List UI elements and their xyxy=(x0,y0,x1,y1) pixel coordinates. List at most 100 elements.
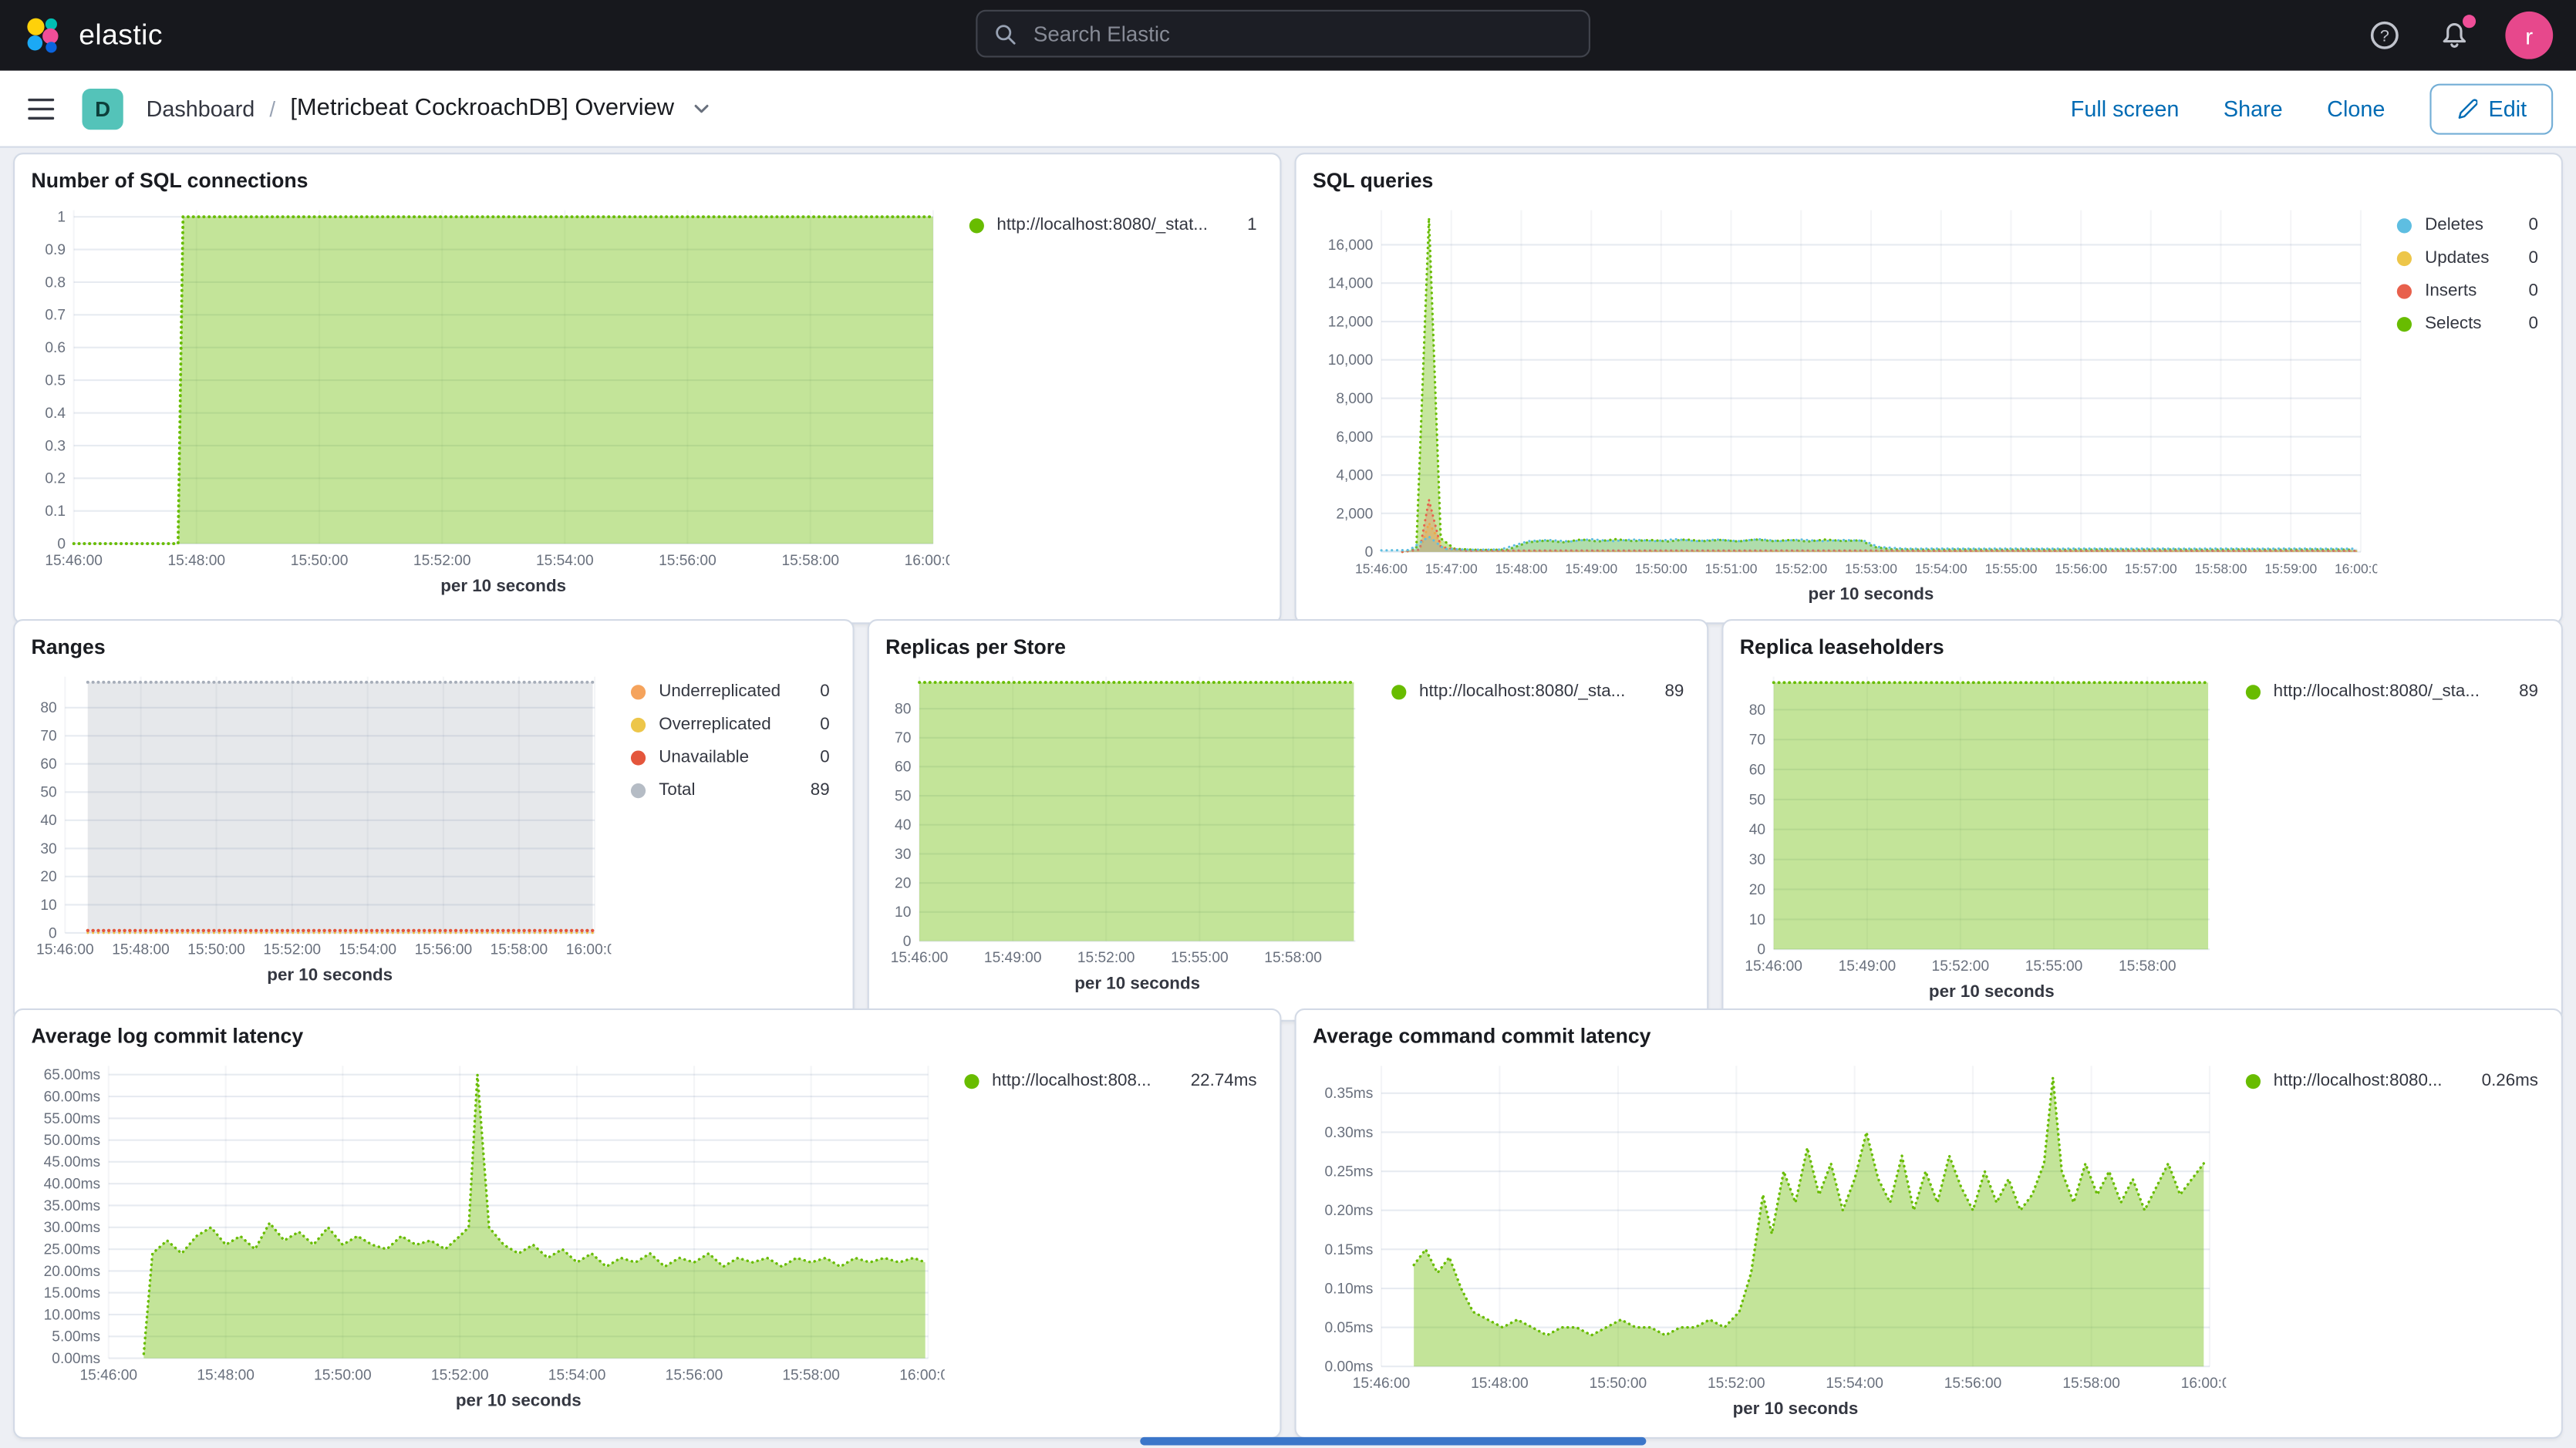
global-header: elastic ? r xyxy=(0,0,2576,71)
svg-text:15:54:00: 15:54:00 xyxy=(548,1367,606,1383)
legend-item[interactable]: http://localhost:808...22.74ms xyxy=(964,1071,1257,1091)
svg-text:0.00ms: 0.00ms xyxy=(1325,1359,1374,1376)
svg-text:0.25ms: 0.25ms xyxy=(1325,1164,1374,1180)
header-actions: ? r xyxy=(2364,12,2553,59)
legend-color-dot xyxy=(1391,684,1406,699)
brand[interactable]: elastic xyxy=(23,15,163,56)
svg-text:0.05ms: 0.05ms xyxy=(1325,1320,1374,1336)
dashboard-toolbar: D Dashboard / [Metricbeat CockroachDB] O… xyxy=(0,71,2576,148)
svg-text:15:58:00: 15:58:00 xyxy=(2062,1376,2120,1392)
panel-title: Ranges xyxy=(31,634,839,660)
search-input[interactable] xyxy=(1030,20,1573,48)
svg-text:0.9: 0.9 xyxy=(45,242,66,258)
svg-text:14,000: 14,000 xyxy=(1328,276,1374,292)
legend-item[interactable]: Underreplicated0 xyxy=(631,682,830,702)
legend-item[interactable]: http://localhost:8080/_sta...89 xyxy=(2245,682,2538,702)
legend-item[interactable]: http://localhost:8080/_stat...1 xyxy=(969,215,1256,235)
svg-text:15:54:00: 15:54:00 xyxy=(339,942,396,958)
svg-text:16:00:00: 16:00:00 xyxy=(566,942,612,958)
legend-item[interactable]: http://localhost:8080...0.26ms xyxy=(2245,1071,2538,1091)
legend-item[interactable]: Overreplicated0 xyxy=(631,715,830,735)
svg-text:15:54:00: 15:54:00 xyxy=(1915,561,1967,576)
panel-average-log-commit-latency: Average log commit latency 0.00ms5.00ms1… xyxy=(13,1009,1281,1439)
svg-text:per 10 seconds: per 10 seconds xyxy=(1733,1399,1859,1418)
legend-item[interactable]: http://localhost:8080/_sta...89 xyxy=(1391,682,1684,702)
svg-text:per 10 seconds: per 10 seconds xyxy=(1809,584,1934,603)
chart-area[interactable]: 0.00ms5.00ms10.00ms15.00ms20.00ms25.00ms… xyxy=(28,1052,944,1430)
svg-text:10: 10 xyxy=(895,904,911,921)
full-screen-button[interactable]: Full screen xyxy=(2071,96,2180,121)
legend-value: 89 xyxy=(2493,682,2538,702)
menu-button[interactable] xyxy=(10,71,72,146)
chart-area[interactable]: 02,0004,0006,0008,00010,00012,00014,0001… xyxy=(1310,197,2378,616)
legend-label: Updates xyxy=(2425,248,2489,268)
svg-text:15:50:00: 15:50:00 xyxy=(187,942,245,958)
legend-color-dot xyxy=(631,684,646,699)
svg-text:15:46:00: 15:46:00 xyxy=(891,950,949,966)
svg-text:per 10 seconds: per 10 seconds xyxy=(456,1390,582,1409)
legend-value: 0 xyxy=(794,715,830,735)
legend-item[interactable]: Total89 xyxy=(631,780,830,800)
svg-text:15:59:00: 15:59:00 xyxy=(2264,561,2317,576)
legend-item[interactable]: Unavailable0 xyxy=(631,747,830,767)
panel-title: SQL queries xyxy=(1313,167,2548,194)
legend-item[interactable]: Updates0 xyxy=(2397,248,2538,268)
notifications-icon[interactable] xyxy=(2435,15,2474,55)
clone-button[interactable]: Clone xyxy=(2327,96,2385,121)
svg-text:10: 10 xyxy=(40,897,56,914)
user-avatar[interactable]: r xyxy=(2505,12,2553,59)
legend-value: 1 xyxy=(1221,215,1257,235)
chart-area[interactable]: 0.00ms0.05ms0.10ms0.15ms0.20ms0.25ms0.30… xyxy=(1310,1052,2226,1430)
svg-text:15:46:00: 15:46:00 xyxy=(36,942,94,958)
legend-color-dot xyxy=(969,217,983,232)
edit-button[interactable]: Edit xyxy=(2429,83,2553,134)
svg-text:30: 30 xyxy=(895,847,911,863)
svg-text:?: ? xyxy=(2379,26,2389,45)
svg-text:15:49:00: 15:49:00 xyxy=(1839,958,1897,975)
svg-text:0.6: 0.6 xyxy=(45,340,66,356)
chart-legend: http://localhost:8080...0.26ms xyxy=(2226,1052,2548,1430)
legend-value: 0.26ms xyxy=(2456,1071,2538,1091)
legend-label: Selects xyxy=(2425,314,2481,334)
svg-text:0.1: 0.1 xyxy=(45,503,66,520)
svg-text:15:46:00: 15:46:00 xyxy=(1353,1376,1411,1392)
panel-ranges: Ranges 0102030405060708015:46:0015:48:00… xyxy=(13,619,855,1022)
svg-text:per 10 seconds: per 10 seconds xyxy=(267,965,393,985)
chart-area[interactable]: 00.10.20.30.40.50.60.70.80.9115:46:0015:… xyxy=(28,197,949,616)
edit-button-label: Edit xyxy=(2489,96,2527,121)
svg-text:0.10ms: 0.10ms xyxy=(1325,1281,1374,1297)
svg-text:15:52:00: 15:52:00 xyxy=(1708,1376,1765,1392)
svg-text:15:46:00: 15:46:00 xyxy=(1355,561,1408,576)
chart-area[interactable]: 0102030405060708015:46:0015:49:0015:52:0… xyxy=(1737,664,2226,1014)
svg-text:15:46:00: 15:46:00 xyxy=(80,1367,138,1383)
breadcrumb-dashboard-link[interactable]: Dashboard xyxy=(147,96,255,121)
share-button[interactable]: Share xyxy=(2224,96,2283,121)
svg-text:15:56:00: 15:56:00 xyxy=(659,553,716,569)
svg-text:0: 0 xyxy=(57,536,66,552)
svg-text:0.35ms: 0.35ms xyxy=(1325,1086,1374,1102)
svg-text:50.00ms: 50.00ms xyxy=(44,1133,100,1149)
svg-text:40: 40 xyxy=(1749,822,1765,838)
global-search[interactable] xyxy=(976,10,1590,58)
svg-text:50: 50 xyxy=(895,788,911,804)
svg-text:2,000: 2,000 xyxy=(1336,506,1373,522)
chart-legend: http://localhost:8080/_stat...1 xyxy=(949,197,1267,616)
legend-item[interactable]: Inserts0 xyxy=(2397,281,2538,301)
chart-area[interactable]: 0102030405060708015:46:0015:49:0015:52:0… xyxy=(882,664,1371,1014)
legend-item[interactable]: Deletes0 xyxy=(2397,215,2538,235)
svg-text:30.00ms: 30.00ms xyxy=(44,1220,100,1236)
svg-text:40: 40 xyxy=(895,817,911,833)
svg-text:0: 0 xyxy=(903,934,912,950)
svg-text:20: 20 xyxy=(1749,882,1765,898)
svg-text:15:56:00: 15:56:00 xyxy=(1944,1376,2002,1392)
chart-area[interactable]: 0102030405060708015:46:0015:48:0015:50:0… xyxy=(28,664,611,1014)
svg-text:0.5: 0.5 xyxy=(45,373,66,389)
panel-number-of-sql-connections: Number of SQL connections 00.10.20.30.40… xyxy=(13,153,1281,624)
legend-item[interactable]: Selects0 xyxy=(2397,314,2538,334)
legend-label: Deletes xyxy=(2425,215,2483,235)
title-menu-button[interactable] xyxy=(693,99,713,119)
help-icon[interactable]: ? xyxy=(2364,15,2403,55)
horizontal-scrollbar-thumb[interactable] xyxy=(1140,1437,1646,1446)
svg-text:15:48:00: 15:48:00 xyxy=(112,942,170,958)
svg-text:20.00ms: 20.00ms xyxy=(44,1264,100,1280)
